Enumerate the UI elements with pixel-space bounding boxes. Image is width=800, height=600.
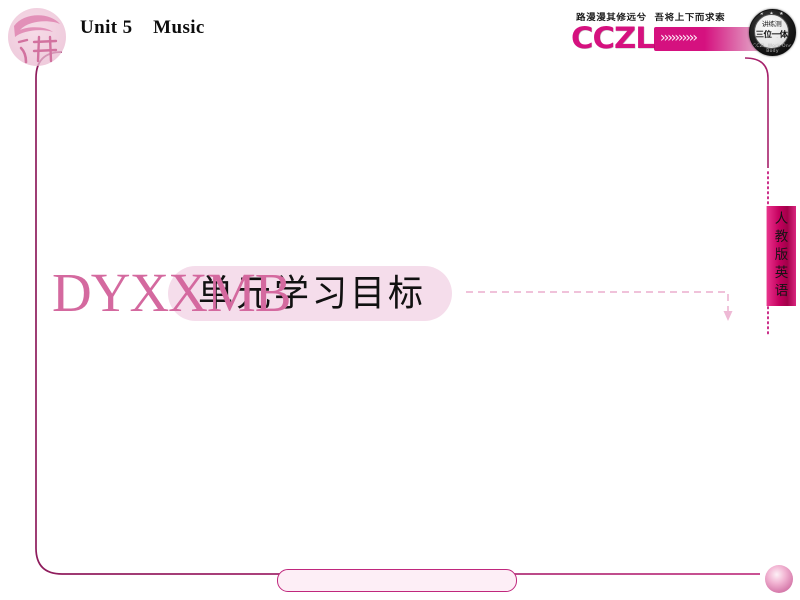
sidebar-tab-textbook-edition[interactable]: 人 教 版 英 语 <box>766 206 796 306</box>
sidebar-tab-char-0: 人 <box>774 211 789 227</box>
seal-line-1: 讲练测 <box>761 20 782 28</box>
sidebar-tab-char-2: 版 <box>774 247 789 263</box>
footer-pill <box>277 569 517 592</box>
certification-seal-badge: ★ ★ ★ 讲练测 三位一体 · · · CCZL Work One Body <box>749 9 796 56</box>
brand-name: CCZL <box>571 21 655 55</box>
sidebar-tab-label: 人 教 版 英 语 <box>767 210 796 304</box>
brush-character-jiang-icon <box>8 8 66 66</box>
seal-arc-text: CCZL Work One Body <box>752 44 793 54</box>
sidebar-tab-char-4: 语 <box>774 283 789 299</box>
circle-knob-icon <box>765 565 793 593</box>
dashed-arrow-down-icon <box>466 291 733 321</box>
seal-dots: · · · <box>766 35 779 41</box>
slide-canvas: Unit 5 Music 路漫漫其修远兮 吾将上下而求索 ›››››››››› … <box>0 0 800 600</box>
chevron-arrows-icon: ›››››››››› <box>654 27 764 51</box>
sidebar-tab-char-3: 英 <box>774 265 789 281</box>
heading-code-text: DYXXMB <box>52 262 291 323</box>
page-title: Unit 5 Music <box>80 17 205 38</box>
sidebar-tab-char-1: 教 <box>774 229 789 245</box>
chevron-glyphs: ›››››››››› <box>660 30 698 46</box>
brand-logo-cczl: 路漫漫其修远兮 吾将上下而求索 ›››››››››› CCZL <box>566 10 766 58</box>
section-heading: DYXXMB <box>52 262 291 324</box>
